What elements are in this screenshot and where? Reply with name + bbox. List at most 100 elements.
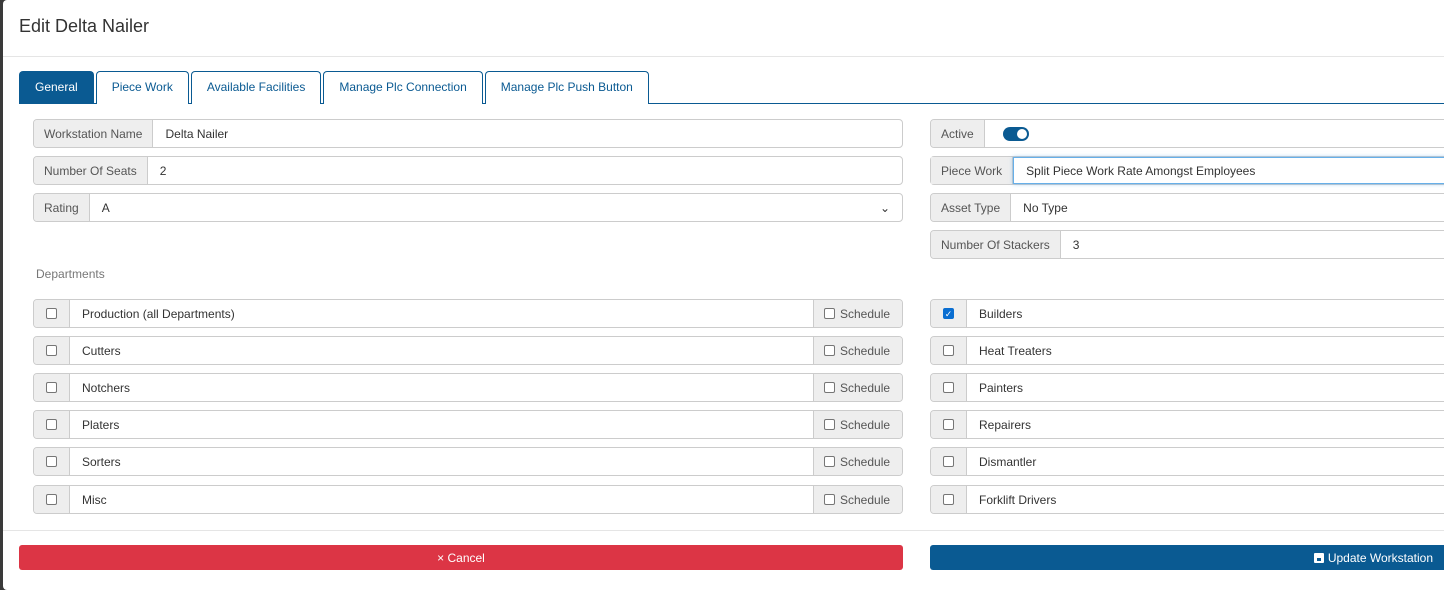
save-icon	[1313, 552, 1324, 563]
department-name: Painters	[979, 380, 1024, 395]
schedule-checkbox[interactable]	[824, 419, 835, 430]
schedule-label: Schedule	[840, 454, 891, 469]
schedule-checkbox[interactable]	[824, 382, 835, 393]
update-workstation-button[interactable]: Update Workstation	[930, 545, 1444, 570]
department-row: Forklift Drivers	[930, 485, 1444, 514]
schedule-addon: Schedule	[813, 300, 902, 327]
department-name: Notchers	[82, 380, 131, 395]
department-checkbox[interactable]	[46, 382, 57, 393]
schedule-label: Schedule	[840, 380, 891, 395]
tab-available-facilities[interactable]: Available Facilities	[190, 71, 322, 104]
department-row: Painters	[930, 373, 1444, 402]
footer-divider	[3, 530, 1444, 531]
tab-manage-plc-connection[interactable]: Manage Plc Connection	[323, 71, 483, 104]
department-checkbox[interactable]	[943, 382, 954, 393]
department-row: ✓ Builders	[930, 299, 1444, 328]
chevron-down-icon: ⌄	[879, 200, 890, 215]
workstation-name-group: Workstation Name Delta Nailer	[33, 119, 903, 148]
department-checkbox[interactable]	[46, 308, 57, 319]
piece-work-select[interactable]: Split Piece Work Rate Amongst Employees	[1013, 157, 1444, 184]
department-checkbox[interactable]	[943, 345, 954, 356]
schedule-label: Schedule	[840, 306, 891, 321]
department-checkbox[interactable]	[46, 345, 57, 356]
rating-value: A	[101, 200, 110, 215]
department-checkbox-addon	[34, 300, 70, 327]
asset-type-select[interactable]: No Type	[1011, 194, 1444, 221]
schedule-checkbox[interactable]	[824, 345, 835, 356]
department-name: Cutters	[82, 343, 121, 358]
update-label: Update Workstation	[1327, 550, 1433, 565]
schedule-addon: Schedule	[813, 411, 902, 438]
department-checkbox-addon	[34, 448, 70, 475]
departments-heading: Departments	[36, 267, 105, 281]
department-checkbox-addon	[34, 337, 70, 364]
number-of-seats-label: Number Of Seats	[34, 157, 148, 184]
department-row: Heat Treaters	[930, 336, 1444, 365]
department-checkbox[interactable]	[943, 494, 954, 505]
department-checkbox[interactable]	[943, 456, 954, 467]
department-name: Production (all Departments)	[82, 306, 235, 321]
department-name: Platers	[82, 417, 120, 432]
department-name: Sorters	[82, 454, 121, 469]
schedule-addon: Schedule	[813, 337, 902, 364]
department-checkbox[interactable]	[46, 419, 57, 430]
department-checkbox-addon	[931, 486, 967, 513]
department-checkbox-addon	[34, 486, 70, 513]
department-checkbox[interactable]	[943, 419, 954, 430]
schedule-checkbox[interactable]	[824, 456, 835, 467]
schedule-checkbox[interactable]	[824, 308, 835, 319]
workstation-name-input[interactable]: Delta Nailer	[153, 120, 902, 147]
department-checkbox[interactable]	[46, 456, 57, 467]
asset-type-group: Asset Type No Type	[930, 193, 1444, 222]
schedule-label: Schedule	[840, 417, 891, 432]
tab-general[interactable]: General	[19, 71, 94, 104]
department-checkbox-addon	[34, 374, 70, 401]
schedule-label: Schedule	[840, 343, 891, 358]
header-divider	[3, 56, 1444, 57]
rating-select[interactable]: A ⌄	[90, 194, 902, 221]
department-row: Cutters Schedule	[33, 336, 903, 365]
asset-type-label: Asset Type	[931, 194, 1012, 221]
department-row: Misc Schedule	[33, 485, 903, 514]
tab-piece-work[interactable]: Piece Work	[95, 71, 189, 104]
number-of-seats-input[interactable]: 2	[148, 157, 902, 184]
schedule-checkbox[interactable]	[824, 494, 835, 505]
number-of-stackers-label: Number Of Stackers	[931, 231, 1061, 258]
department-name: Forklift Drivers	[979, 492, 1057, 507]
department-row: Notchers Schedule	[33, 373, 903, 402]
modal-title: Edit Delta Nailer	[19, 16, 150, 36]
active-label: Active	[931, 120, 985, 147]
piece-work-label: Piece Work	[931, 157, 1014, 184]
edit-workstation-modal: Edit Delta Nailer General Piece Work Ava…	[3, 0, 1444, 590]
schedule-label: Schedule	[840, 492, 891, 507]
department-name: Dismantler	[979, 454, 1037, 469]
department-row: Repairers	[930, 410, 1444, 439]
workstation-name-label: Workstation Name	[34, 120, 154, 147]
department-row: Platers Schedule	[33, 410, 903, 439]
tab-bar: General Piece Work Available Facilities …	[19, 71, 1444, 104]
department-checkbox-addon: ✓	[931, 300, 967, 327]
department-name: Repairers	[979, 417, 1032, 432]
department-name: Heat Treaters	[979, 343, 1052, 358]
number-of-stackers-input[interactable]: 3	[1061, 231, 1444, 258]
number-of-seats-group: Number Of Seats 2	[33, 156, 903, 185]
department-checkbox-addon	[34, 411, 70, 438]
department-checkbox-addon	[931, 337, 967, 364]
department-row: Dismantler	[930, 447, 1444, 476]
schedule-addon: Schedule	[813, 448, 902, 475]
department-checkbox-addon	[931, 374, 967, 401]
department-name: Misc	[82, 492, 107, 507]
department-checkbox[interactable]: ✓	[943, 308, 954, 319]
department-name: Builders	[979, 306, 1023, 321]
active-toggle[interactable]	[1002, 126, 1029, 141]
department-checkbox-addon	[931, 411, 967, 438]
department-checkbox-addon	[931, 448, 967, 475]
tab-manage-plc-push-button[interactable]: Manage Plc Push Button	[484, 71, 649, 104]
active-field	[985, 120, 1444, 147]
department-row: Sorters Schedule	[33, 447, 903, 476]
active-group: Active	[930, 119, 1444, 148]
schedule-addon: Schedule	[813, 374, 902, 401]
cancel-button[interactable]: × Cancel	[19, 545, 903, 570]
department-checkbox[interactable]	[46, 494, 57, 505]
department-row: Production (all Departments) Schedule	[33, 299, 903, 328]
